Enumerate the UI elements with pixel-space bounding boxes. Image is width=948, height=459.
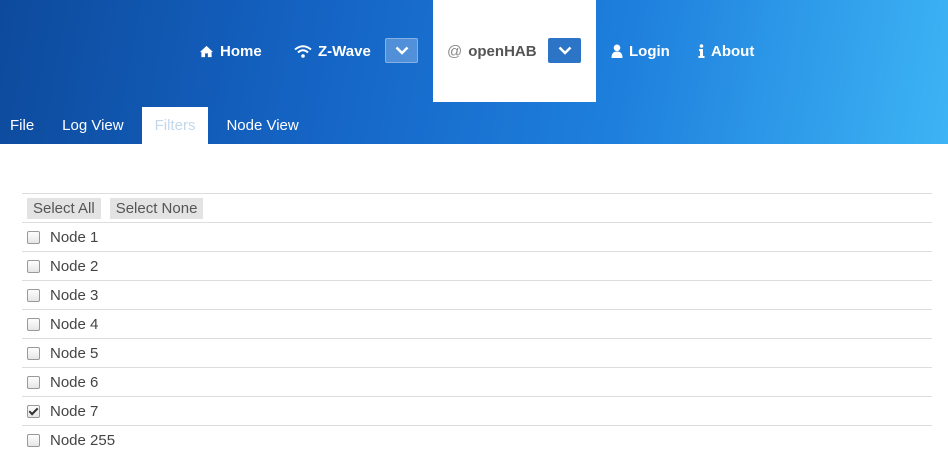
node-label: Node 255 bbox=[50, 431, 116, 449]
node-label: Node 6 bbox=[50, 373, 99, 391]
node-checkbox[interactable] bbox=[27, 230, 40, 244]
openhab-dropdown-button[interactable] bbox=[548, 38, 581, 63]
node-row: Node 2 bbox=[22, 251, 932, 280]
node-row: Node 5 bbox=[22, 338, 932, 367]
tab-file[interactable]: File bbox=[0, 107, 44, 144]
wifi-icon bbox=[294, 44, 312, 58]
node-label: Node 3 bbox=[50, 286, 99, 304]
top-navbar: Home Z-Wave @ openHAB Login About File L… bbox=[0, 0, 948, 144]
tab-node-view[interactable]: Node View bbox=[216, 107, 308, 144]
node-label: Node 2 bbox=[50, 257, 99, 275]
zwave-dropdown-button[interactable] bbox=[385, 38, 418, 63]
home-icon bbox=[200, 45, 213, 57]
node-checkbox[interactable] bbox=[27, 433, 40, 447]
node-label: Node 1 bbox=[50, 228, 99, 246]
chevron-down-icon bbox=[395, 46, 408, 55]
node-checkbox[interactable] bbox=[27, 288, 40, 302]
select-all-button[interactable]: Select All bbox=[27, 197, 101, 219]
node-checkbox[interactable] bbox=[27, 375, 40, 389]
tab-log-view[interactable]: Log View bbox=[52, 107, 133, 144]
node-row: Node 6 bbox=[22, 367, 932, 396]
node-row: Node 255 bbox=[22, 425, 932, 454]
nav-zwave[interactable]: Z-Wave bbox=[294, 0, 371, 102]
nav-home[interactable]: Home bbox=[199, 0, 262, 102]
node-label: Node 4 bbox=[50, 315, 99, 333]
nav-login-label: Login bbox=[629, 42, 670, 60]
node-label: Node 5 bbox=[50, 344, 99, 362]
user-icon bbox=[611, 44, 623, 58]
info-icon bbox=[698, 44, 705, 58]
nav-about-label: About bbox=[711, 42, 755, 60]
node-label: Node 7 bbox=[50, 402, 99, 420]
node-row: Node 3 bbox=[22, 280, 932, 309]
tab-filters[interactable]: Filters bbox=[141, 107, 209, 144]
select-none-button[interactable]: Select None bbox=[109, 197, 204, 219]
node-checkbox[interactable] bbox=[27, 259, 40, 273]
filter-actions: Select All Select None bbox=[22, 193, 932, 222]
nav-home-label: Home bbox=[220, 42, 262, 60]
filters-panel: Select All Select None Node 1 Node 2 Nod… bbox=[22, 193, 932, 454]
tab-bar: File Log View Filters Node View bbox=[0, 107, 317, 144]
nav-openhab-label: openHAB bbox=[468, 42, 537, 60]
nav-zwave-label: Z-Wave bbox=[318, 42, 371, 60]
nav-about[interactable]: About bbox=[698, 0, 754, 102]
chevron-down-icon bbox=[558, 46, 571, 55]
node-row: Node 7 bbox=[22, 396, 932, 425]
node-row: Node 4 bbox=[22, 309, 932, 338]
node-checkbox[interactable] bbox=[27, 404, 40, 418]
node-row: Node 1 bbox=[22, 222, 932, 251]
at-icon: @ bbox=[447, 42, 463, 60]
node-checkbox[interactable] bbox=[27, 346, 40, 360]
nav-login[interactable]: Login bbox=[611, 0, 670, 102]
node-checkbox[interactable] bbox=[27, 317, 40, 331]
